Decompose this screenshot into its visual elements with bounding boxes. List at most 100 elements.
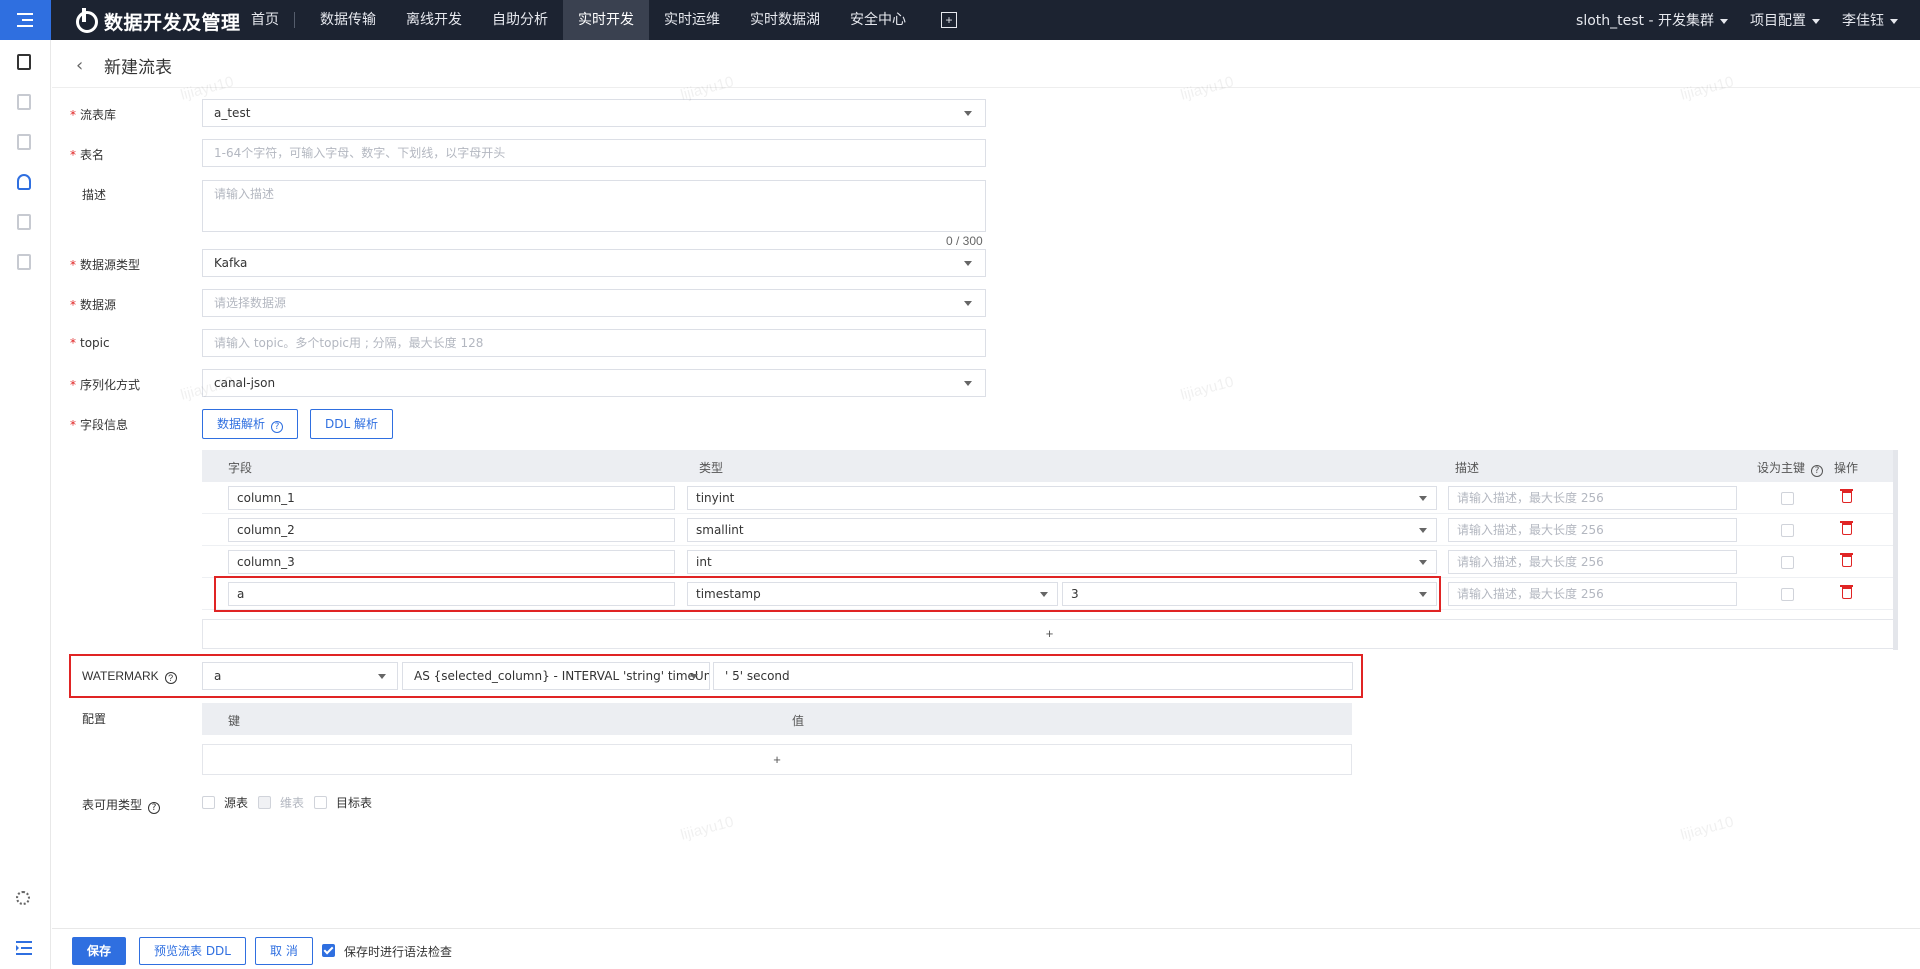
add-app-icon[interactable]: +: [941, 12, 957, 28]
source-table-checkbox[interactable]: [202, 796, 215, 809]
chevron-down-icon: [1419, 528, 1427, 533]
task-icon[interactable]: [17, 54, 34, 71]
nav-realtime-dev[interactable]: 实时开发: [563, 0, 649, 40]
ddl-parse-button[interactable]: DDL 解析: [310, 409, 393, 439]
table-row: column_3 int 请输入描述，最大长度 256: [202, 546, 1897, 578]
chevron-down-icon: [1419, 560, 1427, 565]
table-types-label: 表可用类型?: [82, 796, 161, 814]
help-icon: ?: [164, 672, 177, 684]
cluster-dropdown[interactable]: sloth_test - 开发集群: [1576, 10, 1728, 30]
watermark-interval-input[interactable]: ' 5' second: [713, 662, 1353, 690]
chevron-down-icon: [964, 111, 972, 116]
add-config-button[interactable]: +: [202, 744, 1352, 775]
project-config-label: 项目配置: [1750, 13, 1806, 29]
help-icon: ?: [148, 802, 161, 814]
description-label: 描述: [82, 188, 107, 202]
collapse-sidebar-icon[interactable]: [16, 941, 32, 958]
main-nav: 首页 数据传输 离线开发 自助分析 实时开发 实时运维 实时数据湖 安全中心 +: [236, 0, 957, 40]
datasource-select[interactable]: 请选择数据源: [202, 289, 986, 317]
cluster-label: sloth_test - 开发集群: [1576, 13, 1714, 29]
description-textarea[interactable]: 请输入描述: [202, 180, 986, 232]
source-type-select[interactable]: Kafka: [202, 249, 986, 277]
stream-db-label: * 流表库: [70, 108, 117, 122]
table-name-input[interactable]: 1-64个字符，可输入字母、数字、下划线，以字母开头: [202, 139, 986, 167]
watermark-column-select[interactable]: a: [202, 662, 398, 690]
table-row: column_1 tinyint 请输入描述，最大长度 256: [202, 482, 1897, 514]
field-type-select[interactable]: int: [687, 550, 1437, 574]
table-scrollbar[interactable]: [1893, 450, 1898, 650]
user-dropdown[interactable]: 李佳钰: [1842, 10, 1898, 30]
clipboard-icon[interactable]: [17, 254, 34, 271]
watermark-label: WATERMARK?: [82, 669, 177, 684]
table-types-group: 源表 维表 目标表: [202, 794, 382, 811]
watermark-expression-select[interactable]: AS {selected_column} - INTERVAL 'string'…: [402, 662, 710, 690]
datasource-label: * 数据源: [70, 298, 117, 312]
col-action: 操作: [1834, 461, 1859, 475]
table-row: column_2 smallint 请输入描述，最大长度 256: [202, 514, 1897, 546]
database-icon[interactable]: [17, 174, 34, 191]
chevron-down-icon: [1419, 496, 1427, 501]
nav-home[interactable]: 首页: [236, 0, 294, 40]
logo-icon: [76, 7, 98, 33]
field-type-select[interactable]: smallint: [687, 518, 1437, 542]
code-icon[interactable]: [17, 134, 34, 151]
menu-toggle-button[interactable]: [0, 0, 51, 40]
nav-offline-dev[interactable]: 离线开发: [391, 0, 477, 40]
field-desc-input[interactable]: 请输入描述，最大长度 256: [1448, 550, 1737, 574]
col-field: 字段: [228, 461, 253, 475]
primary-key-checkbox[interactable]: [1781, 588, 1794, 601]
settings-gear-icon[interactable]: [16, 891, 30, 905]
nav-data-transfer[interactable]: 数据传输: [305, 0, 391, 40]
chevron-down-icon: [1890, 18, 1898, 24]
preview-ddl-button[interactable]: 预览流表 DDL: [139, 937, 246, 965]
nav-security[interactable]: 安全中心: [835, 0, 921, 40]
source-table-label: 源表: [224, 796, 249, 810]
list-icon[interactable]: [17, 94, 34, 111]
field-name-input[interactable]: column_3: [228, 550, 675, 574]
field-desc-input[interactable]: 请输入描述，最大长度 256: [1448, 518, 1737, 542]
add-field-button[interactable]: +: [202, 619, 1897, 649]
serialization-label: * 序列化方式: [70, 378, 141, 392]
field-type-select[interactable]: tinyint: [687, 486, 1437, 510]
chevron-down-icon: [964, 381, 972, 386]
primary-key-checkbox[interactable]: [1781, 492, 1794, 505]
description-counter: 0 / 300: [946, 234, 983, 248]
app-title: 数据开发及管理: [104, 12, 241, 34]
topic-label: * topic: [70, 336, 110, 350]
fields-table-header: 字段 类型 描述 设为主键? 操作: [202, 450, 1897, 482]
app-logo[interactable]: 数据开发及管理: [76, 7, 241, 35]
menu-icon: [16, 13, 33, 27]
field-name-input[interactable]: column_2: [228, 518, 675, 542]
delete-icon[interactable]: [1840, 585, 1853, 599]
chevron-down-icon: [1720, 18, 1728, 24]
delete-icon[interactable]: [1840, 553, 1853, 567]
syntax-check-checkbox[interactable]: [322, 944, 335, 957]
serialization-select[interactable]: canal-json: [202, 369, 986, 397]
target-table-checkbox[interactable]: [314, 796, 328, 809]
cancel-button[interactable]: 取 消: [255, 937, 313, 965]
nav-realtime-ops[interactable]: 实时运维: [649, 0, 735, 40]
config-label: 配置: [82, 712, 107, 726]
folder-icon[interactable]: [17, 214, 34, 231]
col-desc: 描述: [1455, 461, 1480, 475]
nav-realtime-lake[interactable]: 实时数据湖: [735, 0, 835, 40]
col-type: 类型: [699, 461, 724, 475]
parse-data-button[interactable]: 数据解析?: [202, 409, 299, 439]
source-type-label: * 数据源类型: [70, 258, 141, 272]
primary-key-checkbox[interactable]: [1781, 524, 1794, 537]
fields-label: * 字段信息: [70, 418, 129, 432]
field-name-input[interactable]: column_1: [228, 486, 675, 510]
field-desc-input[interactable]: 请输入描述，最大长度 256: [1448, 582, 1737, 606]
nav-self-analysis[interactable]: 自助分析: [477, 0, 563, 40]
project-config-dropdown[interactable]: 项目配置: [1750, 10, 1820, 30]
table-name-label: * 表名: [70, 148, 105, 162]
chevron-down-icon: [964, 261, 972, 266]
primary-key-checkbox[interactable]: [1781, 556, 1794, 569]
back-arrow-icon[interactable]: ‹: [76, 55, 83, 76]
topic-input[interactable]: 请输入 topic。多个topic用 ; 分隔，最大长度 128: [202, 329, 986, 357]
stream-db-select[interactable]: a_test: [202, 99, 986, 127]
delete-icon[interactable]: [1840, 521, 1853, 535]
save-button[interactable]: 保存: [72, 937, 127, 965]
field-desc-input[interactable]: 请输入描述，最大长度 256: [1448, 486, 1737, 510]
delete-icon[interactable]: [1840, 489, 1853, 503]
